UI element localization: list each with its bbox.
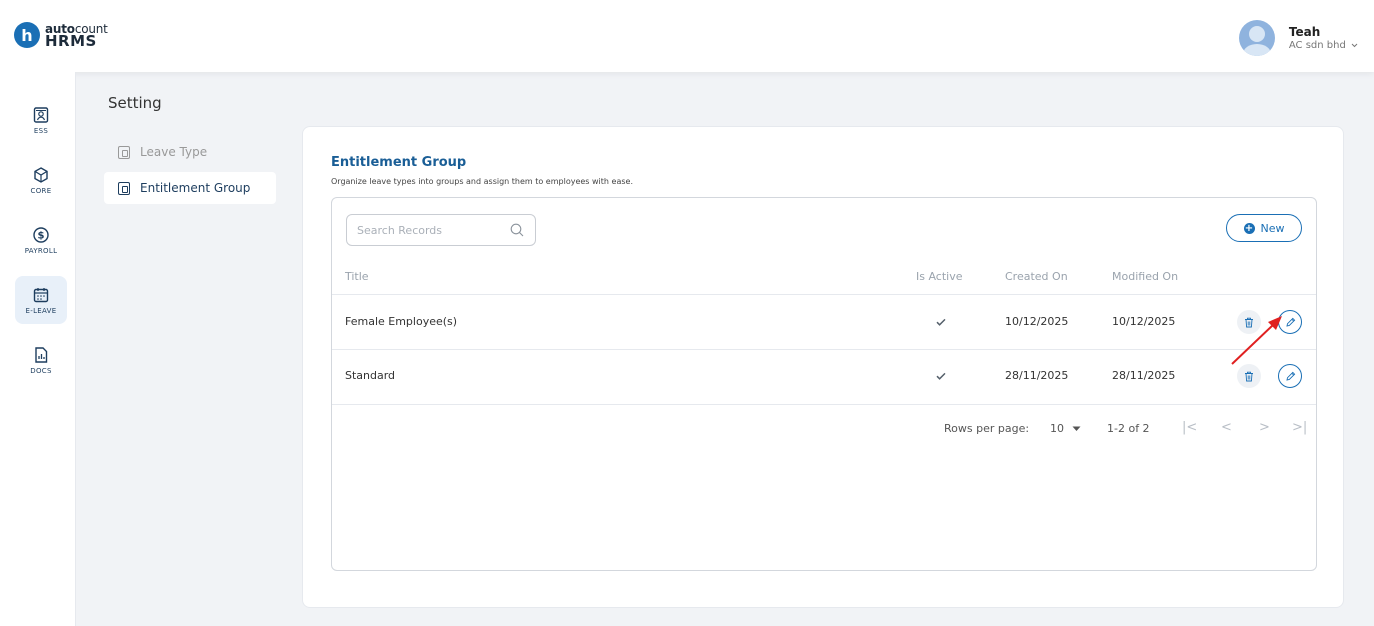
search-input[interactable] (347, 215, 497, 245)
chevron-down-icon (1351, 43, 1358, 48)
new-button-label: New (1260, 221, 1285, 235)
logo-wordmark: autocount HRMS (45, 23, 108, 50)
avatar[interactable] (1238, 20, 1275, 56)
sidebar-item-core[interactable]: CORE (15, 156, 67, 204)
company-selector[interactable]: AC sdn bhd (1289, 40, 1358, 51)
last-page-icon[interactable]: >| (1292, 420, 1307, 435)
sidebar-item-payroll[interactable]: $ PAYROLL (15, 216, 67, 264)
column-header-title[interactable]: Title (345, 270, 369, 283)
records-table: + New Title Is Active Created On Modifie… (331, 197, 1317, 571)
new-button[interactable]: + New (1226, 214, 1302, 242)
core-icon (34, 166, 48, 183)
sidebar-item-e-leave[interactable]: E-LEAVE (15, 276, 67, 324)
page-title: Setting (108, 94, 162, 112)
column-header-created-on[interactable]: Created On (1005, 270, 1068, 283)
next-page-icon[interactable]: > (1259, 420, 1270, 435)
divider (332, 349, 1316, 350)
svg-text:$: $ (38, 230, 45, 241)
plus-icon: + (1243, 222, 1255, 234)
sidebar-item-label: DOCS (30, 366, 52, 375)
app-logo[interactable]: h autocount HRMS (14, 22, 108, 50)
logo-mark: h (14, 22, 40, 48)
divider (332, 404, 1316, 405)
column-header-is-active[interactable]: Is Active (916, 270, 963, 283)
check-icon (936, 318, 946, 326)
sidebar-item-ess[interactable]: ESS (15, 96, 67, 144)
menu-item-label: Leave Type (140, 145, 208, 159)
cell-modified-on: 28/11/2025 (1112, 369, 1176, 382)
previous-page-icon[interactable]: < (1221, 420, 1232, 435)
top-bar: h autocount HRMS Teah AC sdn bhd (0, 0, 1374, 72)
first-page-icon[interactable]: |< (1182, 420, 1197, 435)
annotation-arrow-icon (1231, 316, 1282, 365)
check-icon (936, 372, 946, 380)
sidebar-item-label: E-LEAVE (25, 306, 57, 315)
menu-item-label: Entitlement Group (140, 181, 251, 195)
search-icon[interactable] (510, 223, 524, 237)
search-box[interactable] (346, 214, 536, 246)
cell-created-on: 10/12/2025 (1005, 315, 1069, 328)
rows-per-page-label: Rows per page: (944, 422, 1030, 435)
rows-per-page-select[interactable]: 10 (1050, 422, 1081, 435)
cell-modified-on: 10/12/2025 (1112, 315, 1176, 328)
logo-product: HRMS (45, 32, 97, 50)
entitlement-group-card: Entitlement Group Organize leave types i… (302, 126, 1344, 608)
divider (332, 294, 1316, 295)
sidebar: ESS CORE $ PAYROLL E-LEAVE DOCS (0, 72, 76, 626)
payroll-icon: $ (33, 226, 49, 243)
document-icon (118, 181, 130, 195)
sidebar-item-docs[interactable]: DOCS (15, 336, 67, 384)
pencil-icon (1285, 371, 1295, 381)
card-subtitle: Organize leave types into groups and ass… (331, 177, 633, 186)
cell-title: Female Employee(s) (345, 315, 458, 328)
cell-created-on: 28/11/2025 (1005, 369, 1069, 382)
user-menu[interactable]: Teah AC sdn bhd (1238, 20, 1358, 56)
user-name: Teah (1288, 25, 1321, 39)
company-name: AC sdn bhd (1288, 40, 1346, 51)
document-icon (118, 145, 130, 159)
menu-item-leave-type[interactable]: Leave Type (104, 136, 276, 168)
sidebar-item-label: ESS (33, 126, 49, 135)
sidebar-item-label: PAYROLL (24, 246, 58, 255)
sidebar-item-label: CORE (30, 186, 52, 195)
calendar-icon (33, 287, 49, 302)
cell-title: Standard (345, 369, 396, 382)
page-range: 1-2 of 2 (1107, 422, 1150, 435)
column-header-modified-on[interactable]: Modified On (1112, 270, 1178, 283)
docs-icon (35, 346, 48, 363)
trash-icon (1245, 371, 1253, 381)
caret-down-icon (1072, 426, 1081, 431)
rows-per-page-value: 10 (1050, 422, 1064, 435)
card-title: Entitlement Group (331, 155, 467, 170)
ess-icon (33, 106, 49, 123)
menu-item-entitlement-group[interactable]: Entitlement Group (104, 172, 276, 204)
